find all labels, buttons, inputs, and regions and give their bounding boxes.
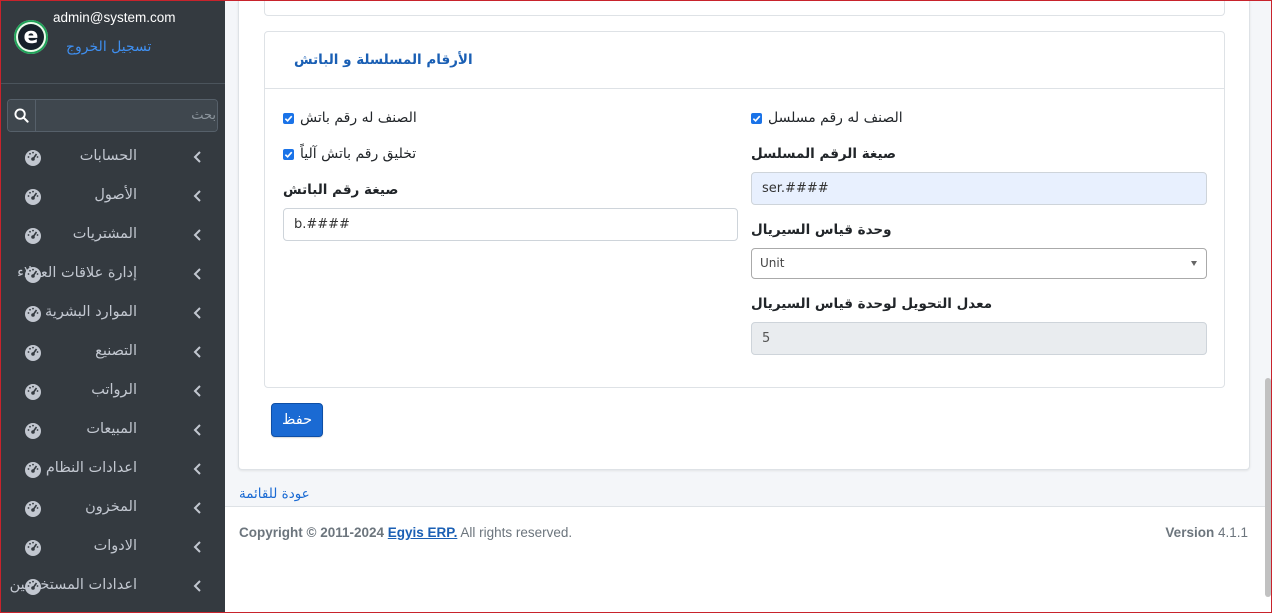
copyright-prefix: Copyright © 2011-2024	[239, 525, 385, 540]
search-button[interactable]	[8, 100, 36, 131]
sidebar-item-label: المخزون	[85, 499, 137, 515]
chevron-left-icon	[193, 502, 201, 514]
serial-rate-input: 5	[751, 322, 1207, 355]
chevron-left-icon	[193, 307, 201, 319]
version-value: 4.1.1	[1217, 525, 1248, 540]
sidebar-item-payroll[interactable]: الرواتب	[0, 372, 225, 411]
sidebar-nav: الحسابات الأصول المشتريات إدارة علاقات ا…	[0, 138, 225, 606]
sidebar-item-manufacturing[interactable]: التصنيع	[0, 333, 225, 372]
sidebar-item-label: الرواتب	[91, 382, 137, 398]
serial-unit-value: Unit	[760, 256, 785, 270]
serial-rate-label: معدل التحويل لوحدة قياس السيريال	[751, 296, 993, 312]
back-to-list-link[interactable]: عودة للقائمة	[239, 486, 310, 502]
user-email: admin@system.com	[53, 10, 176, 25]
dashboard-gauge-icon	[25, 540, 41, 556]
card-header: الأرقام المسلسلة و الباتش	[265, 32, 1224, 89]
has-serial-label: الصنف له رقم مسلسل	[768, 110, 903, 126]
chevron-left-icon	[193, 463, 201, 475]
sidebar-item-label: المبيعات	[86, 421, 137, 437]
dashboard-gauge-icon	[25, 150, 41, 166]
user-panel: e admin@system.com تسجيل الخروج	[0, 0, 225, 84]
brand-link[interactable]: Egyis ERP.	[388, 525, 458, 540]
sidebar-item-crm[interactable]: إدارة علاقات العملاء	[0, 255, 225, 294]
sidebar-search	[7, 99, 218, 132]
auto-batch-label: تخليق رقم باتش آلياً	[300, 146, 417, 162]
sidebar-item-label: التصنيع	[95, 343, 137, 359]
serial-unit-select[interactable]: Unit	[751, 248, 1207, 279]
sidebar: e admin@system.com تسجيل الخروج الحسابات…	[0, 0, 225, 613]
form-card: الأرقام المسلسلة و الباتش الصنف له رقم م…	[238, 0, 1250, 470]
scrollbar-thumb[interactable]	[1265, 378, 1271, 597]
chevron-left-icon	[193, 385, 201, 397]
has-serial-checkbox[interactable]: الصنف له رقم مسلسل	[751, 110, 903, 126]
serial-batch-card: الأرقام المسلسلة و الباتش الصنف له رقم م…	[264, 31, 1225, 388]
version-label: Version	[1165, 525, 1215, 540]
search-input[interactable]	[36, 100, 217, 131]
sidebar-item-inventory[interactable]: المخزون	[0, 489, 225, 528]
save-button[interactable]: حفظ	[271, 403, 323, 437]
dashboard-gauge-icon	[25, 384, 41, 400]
chevron-left-icon	[193, 190, 201, 202]
auto-batch-checkbox[interactable]: تخليق رقم باتش آلياً	[283, 146, 416, 162]
batch-format-label: صيغة رقم الباتش	[283, 182, 399, 198]
dashboard-gauge-icon	[25, 579, 41, 595]
dashboard-gauge-icon	[25, 189, 41, 205]
chevron-left-icon	[193, 268, 201, 280]
sidebar-item-label: الأصول	[94, 187, 137, 203]
sidebar-item-label: الحسابات	[79, 148, 137, 164]
sidebar-item-assets[interactable]: الأصول	[0, 177, 225, 216]
dashboard-gauge-icon	[25, 423, 41, 439]
logo-letter: e	[18, 24, 44, 50]
dashboard-gauge-icon	[25, 462, 41, 478]
chevron-left-icon	[193, 151, 201, 163]
sidebar-item-label: الادوات	[93, 538, 137, 554]
sidebar-item-tools[interactable]: الادوات	[0, 528, 225, 567]
serial-format-label: صيغة الرقم المسلسل	[751, 146, 897, 162]
checkbox-checked-icon	[751, 112, 762, 124]
chevron-left-icon	[193, 541, 201, 553]
version-info: Version 4.1.1	[1165, 525, 1248, 540]
app-logo: e	[14, 20, 48, 54]
main-content: الأرقام المسلسلة و الباتش الصنف له رقم م…	[225, 0, 1272, 613]
chevron-left-icon	[193, 424, 201, 436]
sidebar-item-label: المشتريات	[72, 226, 137, 242]
dashboard-gauge-icon	[25, 306, 41, 322]
sidebar-item-sales[interactable]: المبيعات	[0, 411, 225, 450]
rights-text: All rights reserved.	[460, 525, 573, 540]
has-batch-checkbox[interactable]: الصنف له رقم باتش	[283, 110, 417, 126]
chevron-left-icon	[193, 580, 201, 592]
sidebar-item-label: اعدادات النظام	[45, 460, 137, 476]
dashboard-gauge-icon	[25, 267, 41, 283]
serial-format-input[interactable]: ser.####	[751, 172, 1207, 205]
sidebar-item-system-settings[interactable]: اعدادات النظام	[0, 450, 225, 489]
copyright: Copyright © 2011-2024 Egyis ERP. All rig…	[239, 525, 572, 540]
checkbox-checked-icon	[283, 112, 294, 124]
sidebar-item-hr[interactable]: الموارد البشرية	[0, 294, 225, 333]
sidebar-item-purchases[interactable]: المشتريات	[0, 216, 225, 255]
chevron-left-icon	[193, 346, 201, 358]
search-icon	[14, 108, 29, 123]
checkbox-checked-icon	[283, 148, 294, 160]
serial-unit-label: وحدة قياس السيريال	[751, 222, 892, 238]
sidebar-item-user-settings[interactable]: اعدادات المستخدمين	[0, 567, 225, 606]
logout-link[interactable]: تسجيل الخروج	[66, 39, 151, 55]
batch-format-input[interactable]: b.####	[283, 208, 738, 241]
previous-section-card	[264, 0, 1225, 16]
dropdown-arrow-icon	[1191, 261, 1197, 266]
section-title: الأرقام المسلسلة و الباتش	[294, 52, 473, 68]
has-batch-label: الصنف له رقم باتش	[300, 110, 417, 126]
dashboard-gauge-icon	[25, 501, 41, 517]
dashboard-gauge-icon	[25, 228, 41, 244]
sidebar-item-accounts[interactable]: الحسابات	[0, 138, 225, 177]
sidebar-item-label: الموارد البشرية	[45, 304, 137, 320]
chevron-left-icon	[193, 229, 201, 241]
dashboard-gauge-icon	[25, 345, 41, 361]
footer: Copyright © 2011-2024 Egyis ERP. All rig…	[225, 506, 1272, 613]
